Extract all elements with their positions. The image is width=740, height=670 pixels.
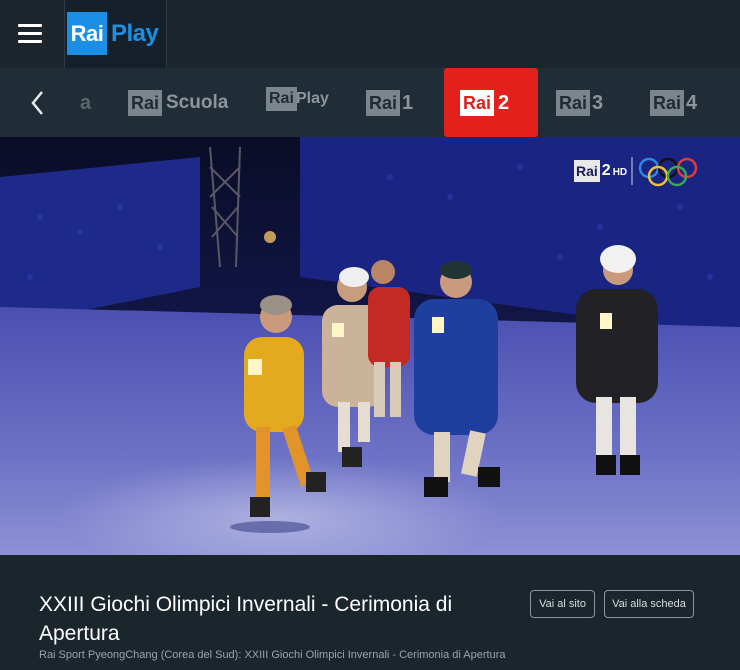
channel-badge: Rai xyxy=(128,90,163,116)
logo-play-text: Play xyxy=(111,20,159,47)
channel-badge: Rai xyxy=(266,87,297,111)
detail-button[interactable]: Vai alla scheda xyxy=(604,590,694,618)
channel-rai-scuola[interactable]: Rai Scuola xyxy=(122,68,232,137)
channel-badge: Rai xyxy=(366,90,401,116)
channel-suffix: 3 xyxy=(592,92,604,114)
site-button[interactable]: Vai al sito xyxy=(530,590,595,618)
channel-rai-1[interactable]: Rai 1 xyxy=(362,68,422,137)
hamburger-menu-icon[interactable] xyxy=(14,18,46,50)
channel-bug-badge: Rai xyxy=(574,160,600,182)
logo-rai-box: Rai xyxy=(67,12,107,55)
channel-suffix: 2 xyxy=(498,92,510,114)
channel-badge: Rai xyxy=(556,90,591,116)
channel-badge: Rai xyxy=(460,90,495,116)
program-subtitle: Rai Sport PyeongChang (Corea del Sud): X… xyxy=(39,649,506,661)
channel-suffix: Play xyxy=(296,90,329,107)
channel-bug: Rai 2 HD xyxy=(574,159,627,183)
channel-rai-2[interactable]: Rai 2 xyxy=(444,68,538,137)
program-info: XXIII Giochi Olimpici Invernali - Cerimo… xyxy=(0,555,740,670)
video-frame xyxy=(0,137,740,555)
video-player[interactable]: Rai 2 HD xyxy=(0,137,740,555)
channel-bug-hd: HD xyxy=(612,166,628,178)
channel-bar: a Rai Scuola Rai Play Rai 1 Rai 2 Rai 3 … xyxy=(0,68,740,137)
chevron-left-icon[interactable] xyxy=(22,88,54,118)
channel-rai-play[interactable]: Rai Play xyxy=(260,68,340,137)
channel-suffix: 4 xyxy=(686,92,698,114)
channel-suffix: 1 xyxy=(402,92,414,114)
channel-rai-3[interactable]: Rai 3 xyxy=(552,68,612,137)
channel-partial: a xyxy=(80,92,92,114)
top-bar: Rai Play xyxy=(0,0,740,68)
program-title: XXIII Giochi Olimpici Invernali - Cerimo… xyxy=(39,593,453,645)
raiplay-logo[interactable]: Rai Play xyxy=(64,0,167,68)
channel-bug-number: 2 xyxy=(601,162,611,179)
channel-badge: Rai xyxy=(650,90,685,116)
channel-rai-4[interactable]: Rai 4 xyxy=(646,68,706,137)
channel-suffix: Scuola xyxy=(166,92,229,113)
